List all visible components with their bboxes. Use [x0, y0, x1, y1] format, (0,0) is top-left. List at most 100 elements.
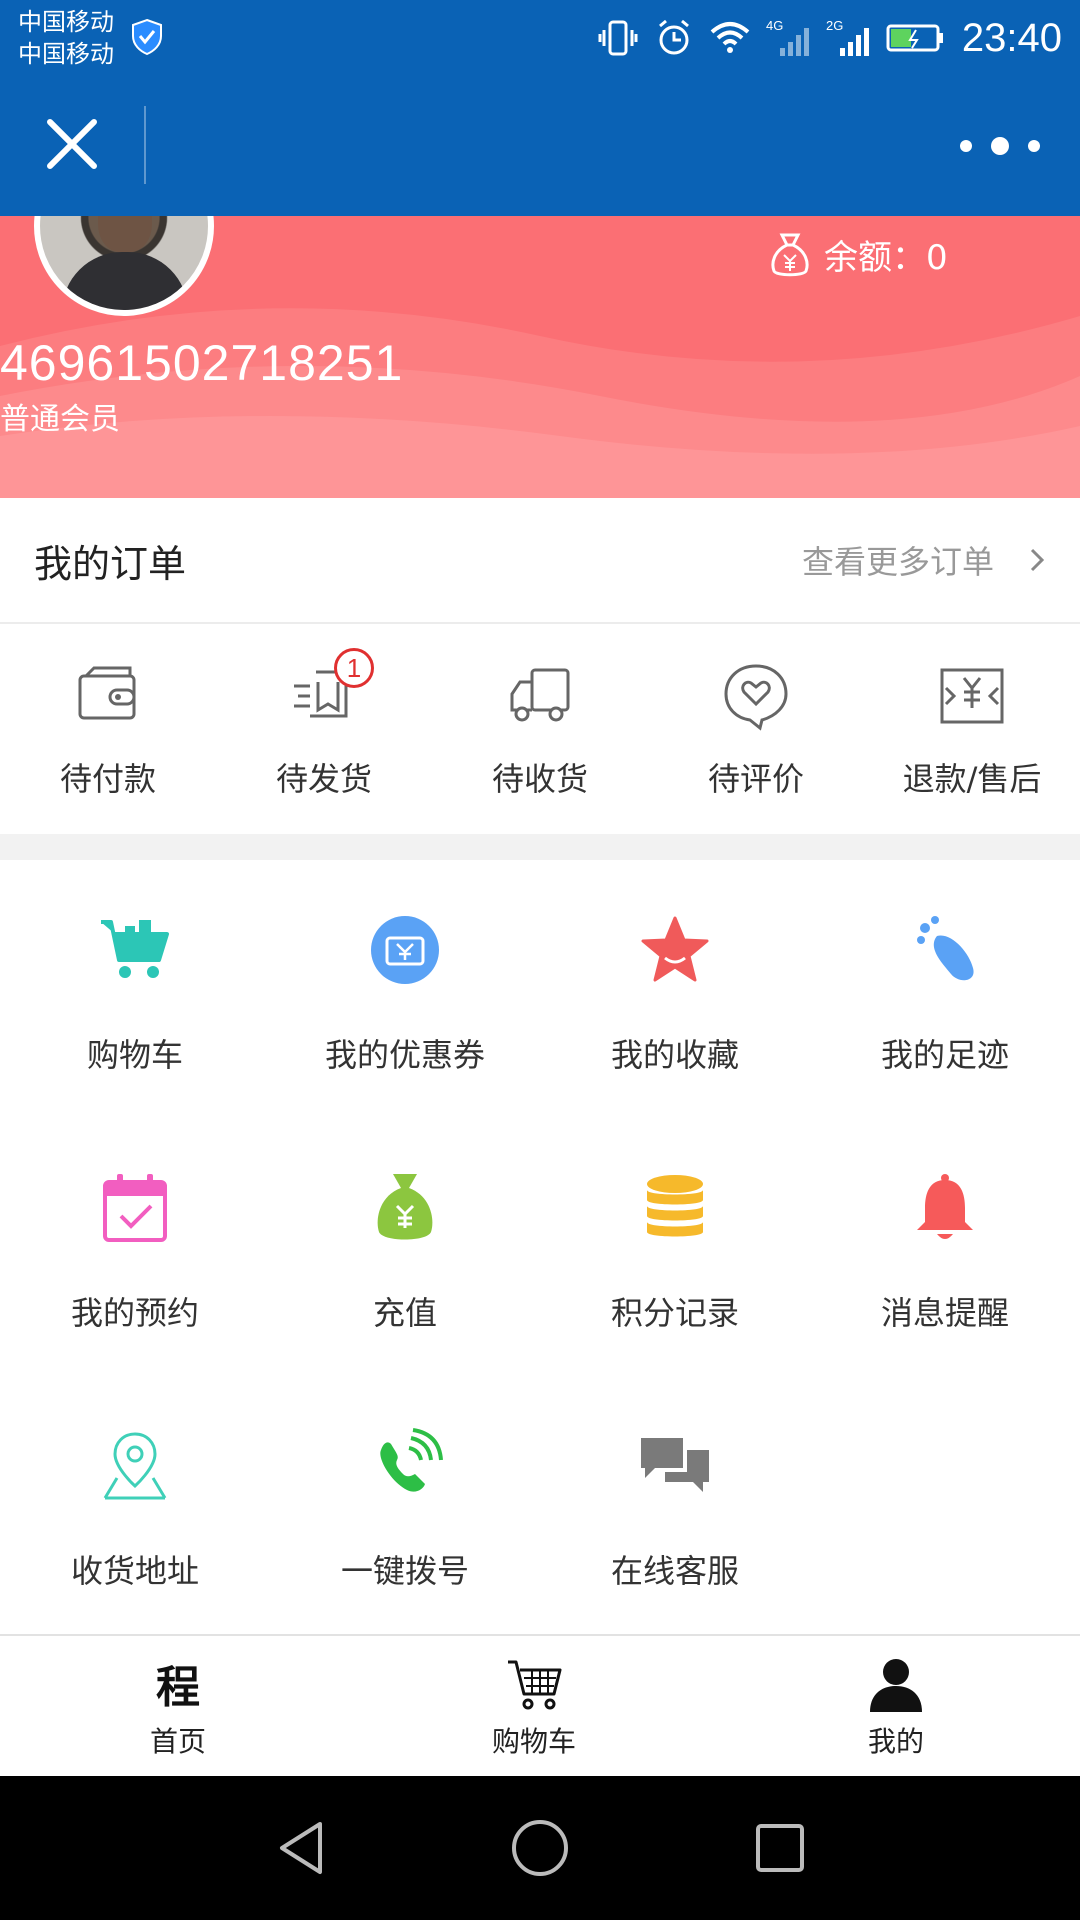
order-pending-receipt[interactable]: 待收货 — [432, 624, 648, 832]
order-label: 退款/售后 — [902, 760, 1042, 798]
service-footprints[interactable]: 我的足迹 — [810, 860, 1080, 1118]
refund-icon — [940, 668, 1004, 724]
signal-4g-icon: 4G — [766, 18, 809, 56]
nav-label: 购物车 — [491, 1725, 576, 1758]
service-quick-dial[interactable]: 一键拨号 — [270, 1376, 540, 1634]
user-icon — [870, 1659, 922, 1712]
avatar-face — [98, 216, 152, 252]
vibrate-icon — [598, 20, 638, 56]
nav-label: 首页 — [149, 1725, 206, 1758]
service-label: 我的足迹 — [880, 1036, 1009, 1074]
divider — [144, 106, 146, 184]
dot — [991, 137, 1009, 155]
service-points[interactable]: 积分记录 — [540, 1118, 810, 1376]
order-status-row: 待付款 1 待发货 待收货 待评价 退款/售后 — [0, 624, 1080, 832]
battery-icon — [886, 24, 943, 52]
service-label: 充值 — [372, 1294, 437, 1332]
nav-home[interactable]: 程 首页 — [0, 1636, 356, 1776]
service-label: 收货地址 — [70, 1552, 199, 1590]
nav-cart[interactable]: 购物车 — [356, 1636, 712, 1776]
carrier-info: 中国移动 中国移动 — [18, 6, 114, 70]
service-label: 购物车 — [86, 1036, 183, 1074]
nav-label: 我的 — [867, 1725, 924, 1758]
status-bar: 中国移动 中国移动 4G 2G 23:40 — [0, 0, 1080, 76]
net-label: 4G — [766, 18, 783, 33]
phone-icon — [380, 1428, 443, 1492]
carrier-name: 中国移动 — [18, 40, 114, 68]
carrier-name: 中国移动 — [18, 8, 114, 36]
service-appointments[interactable]: 我的预约 — [0, 1118, 270, 1376]
service-label: 一键拨号 — [340, 1552, 469, 1590]
order-pending-shipment[interactable]: 1 待发货 — [216, 624, 432, 832]
service-recharge[interactable]: 充值 — [270, 1118, 540, 1376]
chevron-right-icon — [1030, 548, 1045, 572]
clock: 23:40 — [961, 15, 1062, 60]
wallet-icon — [78, 666, 136, 720]
view-more-label: 查看更多订单 — [801, 543, 994, 581]
truck-icon — [510, 668, 570, 722]
alarm-icon — [658, 19, 689, 55]
service-label: 我的收藏 — [610, 1036, 739, 1074]
back-icon[interactable] — [270, 1816, 334, 1880]
bell-icon — [917, 1174, 973, 1239]
location-icon — [103, 1432, 167, 1500]
order-label: 待付款 — [59, 760, 156, 798]
service-label: 我的预约 — [70, 1294, 199, 1332]
coupon-icon — [371, 916, 439, 984]
services-section: 购物车 我的优惠券 我的收藏 我的足迹 我的预约 充值 积分记录 消息提醒 收货… — [0, 860, 1080, 1634]
order-refund[interactable]: 退款/售后 — [864, 624, 1080, 832]
balance-text: 余额：0 — [824, 238, 948, 278]
service-label: 在线客服 — [610, 1552, 739, 1590]
home-glyph: 程 — [156, 1662, 200, 1712]
money-bag-icon — [771, 233, 809, 276]
service-label: 我的优惠券 — [324, 1036, 485, 1074]
order-label: 待收货 — [491, 760, 588, 798]
bottom-nav: 程 首页 购物车 我的 — [0, 1634, 1080, 1776]
home-button-icon[interactable] — [508, 1816, 572, 1880]
view-more-orders-link[interactable]: 查看更多订单 — [802, 537, 1050, 583]
order-pending-review[interactable]: 待评价 — [648, 624, 864, 832]
order-label: 待发货 — [275, 760, 372, 798]
services-grid: 购物车 我的优惠券 我的收藏 我的足迹 我的预约 充值 积分记录 消息提醒 收货… — [0, 860, 1080, 1634]
service-coupons[interactable]: 我的优惠券 — [270, 860, 540, 1118]
star-icon — [641, 916, 709, 982]
wifi-icon — [710, 22, 750, 53]
balance[interactable]: 余额：0 — [768, 230, 948, 279]
close-icon[interactable] — [40, 112, 104, 176]
service-online-support[interactable]: 在线客服 — [540, 1376, 810, 1634]
recents-icon[interactable] — [748, 1816, 812, 1880]
system-nav-bar — [0, 1776, 1080, 1920]
orders-header: 我的订单 查看更多订单 — [0, 498, 1080, 624]
nav-profile[interactable]: 我的 — [712, 1636, 1080, 1776]
service-label: 积分记录 — [610, 1294, 739, 1332]
net-label: 2G — [826, 18, 843, 33]
coins-icon — [647, 1175, 703, 1237]
service-addresses[interactable]: 收货地址 — [0, 1376, 270, 1634]
signal-2g-icon: 2G — [826, 18, 869, 56]
home-icon: 程 — [156, 1662, 200, 1712]
orders-section: 我的订单 查看更多订单 待付款 1 待发货 待收货 待评价 退款/售后 — [0, 498, 1080, 834]
calendar-icon — [103, 1174, 167, 1242]
notification-badge: 1 — [334, 648, 374, 688]
review-icon — [724, 664, 788, 731]
dot — [1028, 140, 1040, 152]
status-icons: 4G 2G 23:40 — [598, 10, 1062, 66]
more-menu-button[interactable] — [960, 126, 1040, 166]
avatar-shirt — [62, 252, 188, 310]
title-bar — [0, 76, 1080, 216]
service-label: 消息提醒 — [880, 1294, 1009, 1332]
member-level: 普通会员 — [0, 402, 120, 437]
cart-icon — [101, 920, 169, 978]
shield-icon — [132, 18, 162, 56]
order-label: 待评价 — [707, 760, 804, 798]
profile-header: 余额：0 46961502718251 普通会员 — [0, 216, 1080, 498]
service-cart[interactable]: 购物车 — [0, 860, 270, 1118]
moneybag-icon — [377, 1174, 433, 1240]
user-id: 46961502718251 — [0, 335, 404, 391]
service-favorites[interactable]: 我的收藏 — [540, 860, 810, 1118]
order-pending-payment[interactable]: 待付款 — [0, 624, 216, 832]
chat-icon — [641, 1438, 709, 1492]
service-notifications[interactable]: 消息提醒 — [810, 1118, 1080, 1376]
cart-icon — [508, 1660, 562, 1710]
dot — [960, 140, 972, 152]
